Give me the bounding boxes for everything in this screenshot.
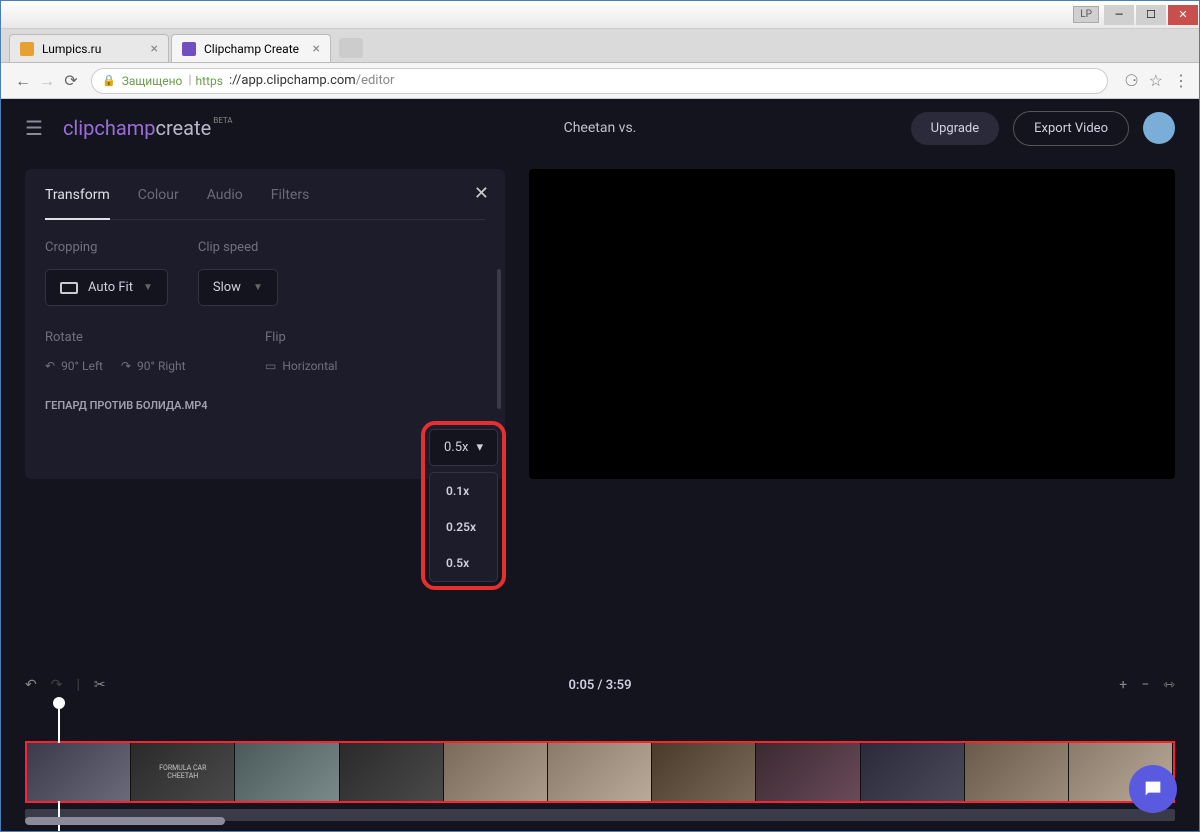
window-maximize-button[interactable]: ☐ (1136, 5, 1166, 25)
tab-title: Clipchamp Create (204, 42, 299, 56)
clip-thumbnail[interactable] (756, 743, 860, 801)
clip-thumbnail[interactable] (444, 743, 548, 801)
rotate-right-button[interactable]: ↷ 90° Right (121, 359, 186, 373)
reload-button[interactable]: ⟳ (59, 69, 83, 93)
lock-icon: 🔒 (102, 74, 116, 87)
project-title[interactable]: Cheetan vs. (564, 120, 637, 136)
tab-close-icon[interactable]: × (313, 41, 320, 57)
speed-option[interactable]: 0.1x (430, 473, 497, 509)
new-tab-button[interactable] (339, 38, 363, 58)
hamburger-icon[interactable]: ☰ (25, 116, 43, 140)
flip-group: Flip ▭ Horizontal (265, 330, 337, 373)
tab-transform[interactable]: Transform (45, 187, 110, 220)
playhead-handle-icon[interactable] (53, 697, 65, 709)
rotate-group: Rotate ↶ 90° Left ↷ 90° Right (45, 330, 235, 373)
speed-factor-dropdown: 0.5x ▾ 0.1x 0.25x 0.5x (421, 421, 506, 590)
url-host: ://app.clipchamp.com (229, 73, 356, 88)
flip-label: Flip (265, 330, 337, 345)
bookmark-icon[interactable]: ☆ (1149, 71, 1163, 90)
track-area: FORMULA CARCHEETAH (25, 741, 1175, 821)
menu-icon[interactable]: ⋮ (1173, 71, 1189, 90)
avatar[interactable] (1143, 112, 1175, 144)
speed-option[interactable]: 0.5x (430, 545, 497, 581)
speed-options-list: 0.1x 0.25x 0.5x (429, 472, 498, 582)
close-icon[interactable]: ✕ (474, 183, 489, 204)
annotation-highlight: 0.5x ▾ 0.1x 0.25x 0.5x (421, 421, 506, 590)
chevron-down-icon: ▼ (143, 282, 153, 293)
timeline-ruler[interactable] (25, 703, 1175, 721)
chat-icon (1142, 778, 1164, 800)
panel-scrollbar[interactable] (497, 269, 501, 409)
timeline-section: ↶ ↷ | ✂ 0:05 / 3:59 + − ⇿ (1, 663, 1199, 831)
timeline-toolbar: ↶ ↷ | ✂ 0:05 / 3:59 + − ⇿ (25, 673, 1175, 703)
cropping-group: Cropping Auto Fit ▼ (45, 240, 168, 306)
redo-button[interactable]: ↷ (51, 677, 63, 693)
app-logo: clipchampcreateBETA (63, 116, 233, 140)
clip-thumbnail[interactable] (652, 743, 756, 801)
url-protocol: https (196, 74, 223, 88)
video-track[interactable]: FORMULA CARCHEETAH (25, 741, 1175, 803)
secure-label: Защищено (122, 74, 183, 88)
clip-thumbnail[interactable] (965, 743, 1069, 801)
back-button[interactable]: ← (11, 69, 35, 93)
window-titlebar: LP — ☐ ✕ (1, 1, 1199, 29)
browser-tab-lumpics[interactable]: Lumpics.ru × (9, 34, 169, 62)
clip-thumbnail[interactable] (340, 743, 444, 801)
rotate-label: Rotate (45, 330, 235, 345)
clip-thumbnail[interactable] (235, 743, 339, 801)
rotate-left-button[interactable]: ↶ 90° Left (45, 359, 103, 373)
speed-option[interactable]: 0.25x (430, 509, 497, 545)
forward-button[interactable]: → (35, 69, 59, 93)
browser-tab-clipchamp[interactable]: Clipchamp Create × (171, 34, 331, 62)
clipspeed-group: Clip speed Slow ▼ (198, 240, 278, 306)
url-input[interactable]: 🔒 Защищено | https ://app.clipchamp.com … (91, 68, 1108, 94)
clipspeed-label: Clip speed (198, 240, 278, 255)
cropping-label: Cropping (45, 240, 168, 255)
undo-button[interactable]: ↶ (25, 677, 37, 693)
url-separator: | (188, 73, 191, 88)
clip-thumbnail[interactable]: FORMULA CARCHEETAH (131, 743, 235, 801)
chevron-down-icon: ▾ (477, 440, 484, 455)
timeline-time: 0:05 / 3:59 (568, 678, 631, 693)
clip-thumbnail[interactable] (548, 743, 652, 801)
upgrade-button[interactable]: Upgrade (911, 112, 999, 145)
browser-window: LP — ☐ ✕ Lumpics.ru × Clipchamp Create ×… (0, 0, 1200, 832)
export-video-button[interactable]: Export Video (1013, 111, 1129, 146)
tab-audio[interactable]: Audio (207, 187, 243, 207)
workspace: ✕ Transform Colour Audio Filters Croppin… (1, 157, 1199, 663)
zoom-fit-button[interactable]: ⇿ (1163, 677, 1175, 693)
tab-colour[interactable]: Colour (138, 187, 179, 207)
browser-tabstrip: Lumpics.ru × Clipchamp Create × (1, 29, 1199, 63)
tab-close-icon[interactable]: × (151, 41, 158, 57)
tab-title: Lumpics.ru (42, 42, 101, 56)
window-close-button[interactable]: ✕ (1168, 5, 1198, 25)
url-path: /editor (356, 73, 395, 88)
tab-filters[interactable]: Filters (271, 187, 310, 207)
speed-mode-select[interactable]: Slow ▼ (198, 269, 278, 306)
clip-thumbnail[interactable] (27, 743, 131, 801)
clip-filename: ГЕПАРД ПРОТИВ БОЛИДА.MP4 (45, 399, 485, 412)
favicon-icon (20, 42, 34, 56)
user-badge: LP (1073, 6, 1099, 23)
app-header: ☰ clipchampcreateBETA Cheetan vs. Upgrad… (1, 99, 1199, 157)
horizontal-scrollbar[interactable] (25, 817, 225, 825)
app-root: ☰ clipchampcreateBETA Cheetan vs. Upgrad… (1, 99, 1199, 831)
zoom-in-button[interactable]: + (1119, 677, 1127, 693)
cropping-select[interactable]: Auto Fit ▼ (45, 269, 168, 306)
favicon-icon (182, 42, 196, 56)
flip-horizontal-button[interactable]: ▭ Horizontal (265, 359, 337, 373)
zoom-out-button[interactable]: − (1141, 677, 1149, 693)
translate-icon[interactable]: ⚆ (1124, 71, 1138, 90)
clip-thumbnail[interactable] (861, 743, 965, 801)
window-minimize-button[interactable]: — (1104, 5, 1134, 25)
address-bar: ← → ⟳ 🔒 Защищено | https ://app.clipcham… (1, 63, 1199, 99)
chevron-down-icon: ▼ (253, 282, 263, 293)
speed-factor-select[interactable]: 0.5x ▾ (429, 429, 498, 466)
autofit-icon (60, 282, 78, 294)
panel-tabs: Transform Colour Audio Filters (45, 187, 485, 220)
chat-button[interactable] (1129, 765, 1177, 813)
split-button[interactable]: ✂ (94, 677, 106, 693)
video-preview[interactable] (529, 169, 1175, 479)
